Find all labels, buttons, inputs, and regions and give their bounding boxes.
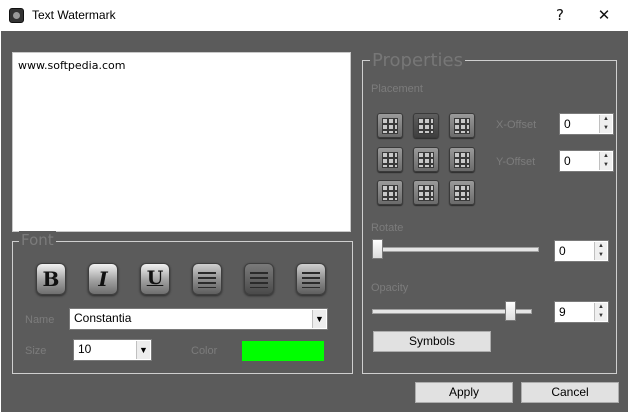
font-group-title: Font xyxy=(19,231,56,249)
grid-icon xyxy=(382,152,398,168)
apply-button[interactable]: Apply xyxy=(415,382,513,403)
placement-middle-right-button[interactable] xyxy=(449,147,475,172)
placement-top-center-button[interactable] xyxy=(413,113,439,138)
watermark-text-input[interactable]: www.softpedia.com xyxy=(12,52,351,232)
symbols-button[interactable]: Symbols xyxy=(373,331,491,352)
x-offset-spinner[interactable]: ▲ ▼ xyxy=(599,115,612,133)
grid-icon xyxy=(418,185,434,201)
dialog-body: www.softpedia.com Font B I U Name Consta… xyxy=(1,31,628,412)
grid-icon xyxy=(454,152,470,168)
align-center-icon xyxy=(250,272,268,288)
placement-top-left-button[interactable] xyxy=(377,113,403,138)
y-offset-label: Y-Offset xyxy=(496,156,536,168)
spin-down-icon[interactable]: ▼ xyxy=(595,312,607,321)
help-button[interactable]: ? xyxy=(545,4,575,26)
spin-up-icon[interactable]: ▲ xyxy=(595,242,607,251)
spin-up-icon[interactable]: ▲ xyxy=(595,303,607,312)
grid-icon xyxy=(418,152,434,168)
bold-button[interactable]: B xyxy=(36,263,66,295)
title-bar: Text Watermark ? ✕ xyxy=(0,0,629,31)
italic-button[interactable]: I xyxy=(88,263,118,295)
x-offset-input[interactable]: 0 ▲ ▼ xyxy=(559,113,614,135)
font-size-select[interactable]: 10 ▼ xyxy=(73,339,152,361)
properties-group-title: Properties xyxy=(370,50,465,71)
y-offset-spinner[interactable]: ▲ ▼ xyxy=(599,152,612,170)
x-offset-label: X-Offset xyxy=(496,119,537,131)
rotate-input[interactable]: 0 ▲ ▼ xyxy=(554,240,609,262)
opacity-label: Opacity xyxy=(371,282,409,294)
rotate-spinner[interactable]: ▲ ▼ xyxy=(594,242,607,260)
opacity-slider-thumb[interactable] xyxy=(505,301,516,321)
app-icon xyxy=(9,8,24,23)
chevron-down-icon[interactable]: ▼ xyxy=(312,310,326,328)
font-size-value: 10 xyxy=(78,342,92,356)
grid-icon xyxy=(382,118,398,134)
font-color-swatch[interactable] xyxy=(242,341,324,361)
align-right-icon xyxy=(302,272,320,288)
spin-up-icon[interactable]: ▲ xyxy=(600,115,612,124)
align-right-button[interactable] xyxy=(296,263,326,295)
font-color-label: Color xyxy=(191,345,218,357)
grid-icon xyxy=(454,118,470,134)
y-offset-value: 0 xyxy=(564,154,571,168)
placement-bottom-center-button[interactable] xyxy=(413,180,439,205)
placement-label: Placement xyxy=(371,83,423,95)
opacity-spinner[interactable]: ▲ ▼ xyxy=(594,303,607,321)
align-left-button[interactable] xyxy=(192,263,222,295)
align-left-icon xyxy=(198,272,216,288)
placement-top-right-button[interactable] xyxy=(449,113,475,138)
close-button[interactable]: ✕ xyxy=(589,4,619,26)
font-name-label: Name xyxy=(25,314,55,326)
font-group: Font B I U Name Constantia ▼ Size 10 ▼ C… xyxy=(12,231,353,374)
rotate-value: 0 xyxy=(559,244,566,258)
rotate-slider-thumb[interactable] xyxy=(372,239,383,259)
rotate-slider[interactable] xyxy=(372,247,539,252)
spin-up-icon[interactable]: ▲ xyxy=(600,152,612,161)
align-center-button[interactable] xyxy=(244,263,274,295)
grid-icon xyxy=(454,185,470,201)
x-offset-value: 0 xyxy=(564,117,571,131)
opacity-input[interactable]: 9 ▲ ▼ xyxy=(554,301,609,323)
grid-icon xyxy=(418,118,434,134)
placement-middle-left-button[interactable] xyxy=(377,147,403,172)
font-size-label: Size xyxy=(25,345,47,357)
spin-down-icon[interactable]: ▼ xyxy=(600,161,612,170)
properties-group: Properties Placement X-Offset 0 ▲ ▼ Y-Off… xyxy=(362,50,617,374)
opacity-value: 9 xyxy=(559,305,566,319)
y-offset-input[interactable]: 0 ▲ ▼ xyxy=(559,150,614,172)
grid-icon xyxy=(382,185,398,201)
cancel-button[interactable]: Cancel xyxy=(521,382,619,403)
placement-middle-center-button[interactable] xyxy=(413,147,439,172)
spin-down-icon[interactable]: ▼ xyxy=(600,124,612,133)
font-name-value: Constantia xyxy=(74,311,132,325)
font-name-select[interactable]: Constantia ▼ xyxy=(69,308,328,330)
spin-down-icon[interactable]: ▼ xyxy=(595,251,607,260)
underline-button[interactable]: U xyxy=(140,263,170,295)
placement-bottom-right-button[interactable] xyxy=(449,180,475,205)
placement-bottom-left-button[interactable] xyxy=(377,180,403,205)
rotate-label: Rotate xyxy=(371,222,404,234)
chevron-down-icon[interactable]: ▼ xyxy=(136,341,150,359)
window-title: Text Watermark xyxy=(32,8,116,22)
